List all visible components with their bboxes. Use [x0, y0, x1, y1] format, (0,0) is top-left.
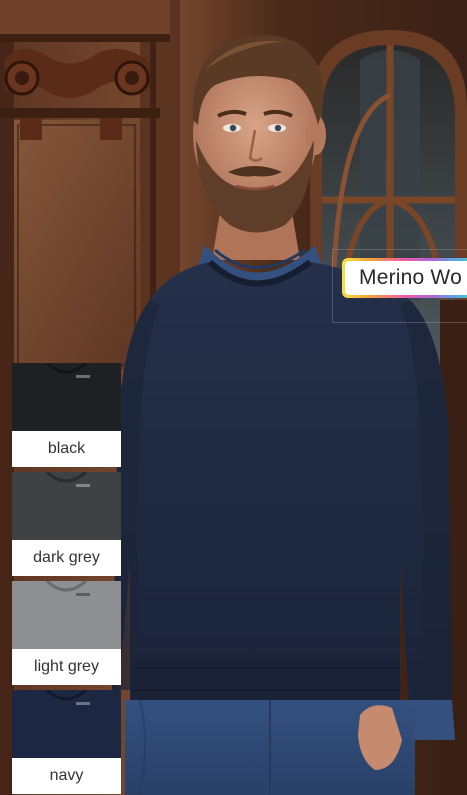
- swatch-light-grey-label: light grey: [12, 649, 121, 685]
- swatch-navy-image: [12, 690, 121, 758]
- swatch-light-grey[interactable]: light grey: [12, 581, 121, 685]
- swatch-black[interactable]: black: [12, 363, 121, 467]
- swatch-navy[interactable]: navy: [12, 690, 121, 794]
- color-swatch-list: black dark grey light grey navy: [12, 363, 121, 795]
- product-photo-scene: Merino Wo black dark grey light grey nav…: [0, 0, 467, 795]
- product-name-text: Merino Wo: [345, 261, 467, 295]
- swatch-dark-grey-label: dark grey: [12, 540, 121, 576]
- swatch-black-image: [12, 363, 121, 431]
- swatch-dark-grey[interactable]: dark grey: [12, 472, 121, 576]
- swatch-dark-grey-image: [12, 472, 121, 540]
- swatch-black-label: black: [12, 431, 121, 467]
- product-name-badge: Merino Wo: [342, 258, 467, 298]
- swatch-navy-label: navy: [12, 758, 121, 794]
- swatch-light-grey-image: [12, 581, 121, 649]
